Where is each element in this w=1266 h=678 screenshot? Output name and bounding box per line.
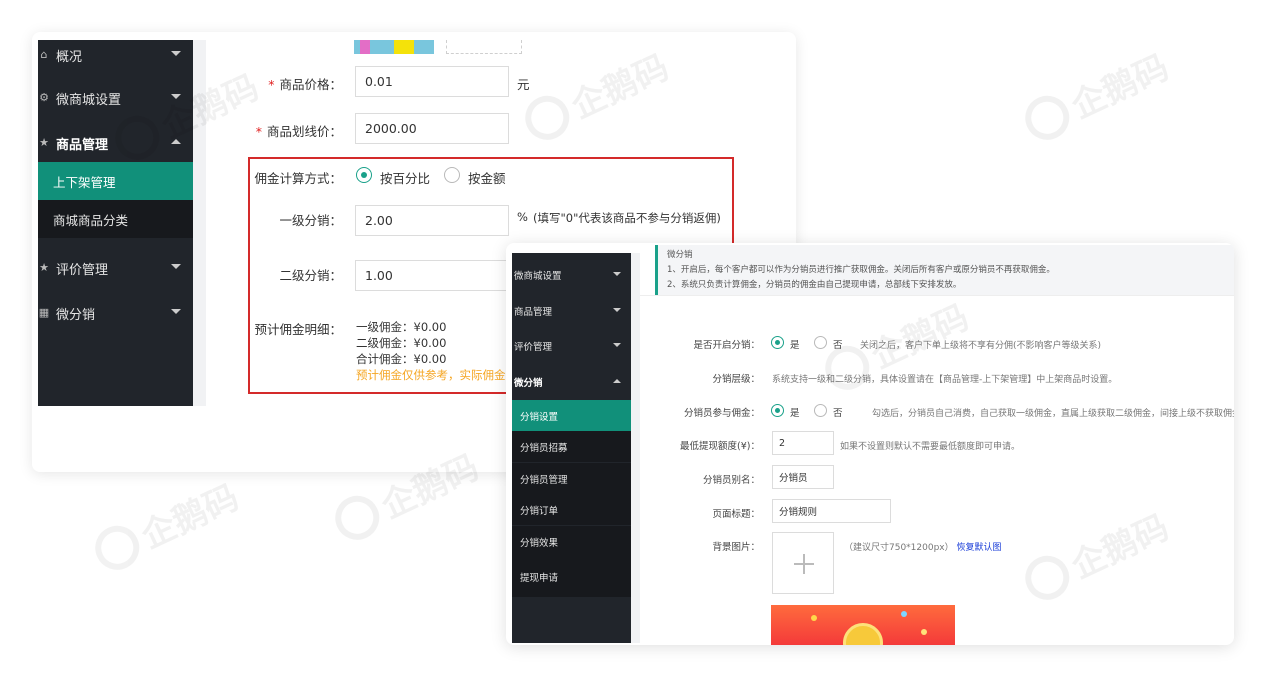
notice-line-1: 1、开启后，每个客户都可以作为分销员进行推广获取佣金。关闭后所有客户或原分销员不…: [667, 265, 1055, 275]
price-input[interactable]: 0.01: [355, 66, 509, 97]
home-icon: ⌂: [40, 48, 48, 61]
enable-hint: 关闭之后，客户下单上级将不享有分佣(不影响客户等级关系): [860, 341, 1102, 351]
level1-suffix: %: [517, 210, 528, 224]
sidebar-item-distribution-orders[interactable]: 分销订单: [512, 494, 631, 525]
sidebar-item-reviews[interactable]: 评价管理: [512, 330, 631, 362]
star-icon: ★: [39, 261, 49, 274]
chevron-down-icon: [613, 308, 621, 312]
sidebar-item-distribution-settings[interactable]: 分销设置: [512, 400, 631, 431]
chevron-down-icon: [613, 272, 621, 276]
level1-hint: (填写"0"代表该商品不参与分销返佣): [533, 211, 721, 225]
radio-self-commission-yes[interactable]: [771, 404, 784, 417]
radio-self-commission-yes-label: 是: [790, 408, 800, 419]
chevron-down-icon: [171, 309, 181, 314]
star-icon: ★: [39, 136, 49, 149]
sidebar: ⌂ 概况 ⚙ 微商城设置 ★ 商品管理 上下架管理 商城商品分类 ★ 评价管理 …: [38, 40, 193, 406]
chevron-up-icon: [613, 379, 621, 383]
sidebar-item-products[interactable]: ★ 商品管理: [38, 124, 193, 162]
chevron-down-icon: [171, 94, 181, 99]
sidebar-item-recruit[interactable]: 分销员招募: [512, 431, 631, 462]
level2-input[interactable]: 1.00: [355, 260, 509, 291]
radio-enable-yes-label: 是: [790, 340, 800, 351]
sidebar-item-listing-management[interactable]: 上下架管理: [38, 162, 193, 200]
level1-label: 一级分销：: [279, 213, 342, 228]
sidebar: 微商城设置 商品管理 评价管理 微分销 分销设置 分销员招募 分销员管理 分销订…: [512, 253, 631, 643]
levels-label: 分销层级：: [712, 374, 760, 385]
commission-method-label: 佣金计算方式：: [254, 171, 342, 186]
sidebar-item-distribution-results[interactable]: 分销效果: [512, 526, 631, 557]
radio-self-commission-no[interactable]: [814, 404, 827, 417]
levels-text: 系统支持一级和二级分销，具体设置请在【商品管理-上下架管理】中上架商品时设置。: [772, 375, 1118, 385]
watermark: 企鹅码: [87, 470, 245, 579]
sidebar-item-mall-settings[interactable]: ⚙ 微商城设置: [38, 79, 193, 117]
chevron-down-icon: [171, 51, 181, 56]
sidebar-item-product-categories[interactable]: 商城商品分类: [38, 200, 193, 238]
radio-enable-yes[interactable]: [771, 336, 784, 349]
distribution-settings-window: 微商城设置 商品管理 评价管理 微分销 分销设置 分销员招募 分销员管理 分销订…: [506, 243, 1234, 645]
chevron-up-icon: [171, 139, 181, 144]
grid-icon: ▦: [38, 306, 50, 319]
radio-amount-label: 按金额: [468, 171, 506, 186]
notice-title: 微分销: [667, 250, 693, 260]
alias-label: 分销员别名：: [702, 475, 760, 486]
estimate-line-1: 一级佣金：¥0.00: [356, 320, 447, 334]
sidebar-item-reviews[interactable]: ★ 评价管理: [38, 249, 193, 287]
alias-input[interactable]: 分销员: [772, 465, 834, 489]
price-label: * 商品价格：: [268, 77, 342, 92]
watermark-logo-icon: [327, 488, 387, 547]
sidebar-item-mall-settings[interactable]: 微商城设置: [512, 259, 631, 291]
page-title-label: 页面标题：: [712, 509, 760, 520]
radio-percentage[interactable]: [356, 167, 372, 183]
radio-enable-no-label: 否: [833, 340, 843, 351]
level2-label: 二级分销：: [279, 268, 342, 283]
min-withdraw-hint: 如果不设置则默认不需要最低额度即可申请。: [840, 442, 1021, 452]
product-image-thumbnail[interactable]: [354, 40, 434, 54]
estimate-line-2: 二级佣金：¥0.00: [356, 336, 447, 350]
price-unit: 元: [517, 77, 530, 92]
radio-enable-no[interactable]: [814, 336, 827, 349]
image-upload-slot[interactable]: [446, 40, 522, 54]
watermark-logo-icon: [87, 518, 147, 577]
radio-amount[interactable]: [444, 167, 460, 183]
self-commission-hint: 勾选后，分销员自己消费，自己获取一级佣金，直属上级获取二级佣金，间接上级不获取佣…: [872, 409, 1234, 419]
radio-percentage-label: 按百分比: [380, 171, 431, 186]
list-price-input[interactable]: 2000.00: [355, 113, 509, 144]
chevron-down-icon: [171, 264, 181, 269]
watermark-logo-icon: [1017, 88, 1077, 147]
background-preview-image: [771, 605, 955, 645]
divider: [640, 295, 1234, 296]
sidebar-item-withdrawals[interactable]: 提现申请: [512, 557, 631, 597]
enable-label: 是否开启分销：: [693, 340, 760, 351]
background-label: 背景图片：: [712, 542, 760, 553]
min-withdraw-input[interactable]: 2: [772, 431, 834, 455]
self-commission-label: 分销员参与佣金：: [683, 408, 760, 419]
restore-default-link[interactable]: 恢复默认图: [957, 543, 1002, 553]
level1-input[interactable]: 2.00: [355, 205, 509, 236]
gear-icon: ⚙: [39, 91, 49, 104]
chevron-down-icon: [613, 343, 621, 347]
sidebar-item-distribution[interactable]: ▦ 微分销: [38, 294, 193, 332]
estimate-label: 预计佣金明细：: [254, 322, 342, 337]
sidebar-item-overview[interactable]: ⌂ 概况: [38, 36, 193, 74]
radio-self-commission-no-label: 否: [833, 408, 843, 419]
sidebar-item-products[interactable]: 商品管理: [512, 295, 631, 327]
list-price-label: * 商品划线价：: [255, 124, 342, 139]
notice-box: 微分销 1、开启后，每个客户都可以作为分销员进行推广获取佣金。关闭后所有客户或原…: [655, 245, 1234, 295]
sidebar-gutter: [193, 40, 206, 406]
sidebar-item-distribution[interactable]: 微分销: [512, 366, 631, 398]
showcase-stage: ⌂ 概况 ⚙ 微商城设置 ★ 商品管理 上下架管理 商城商品分类 ★ 评价管理 …: [0, 0, 1266, 678]
estimate-note: 预计佣金仅供参考，实际佣金: [356, 368, 506, 382]
background-upload-button[interactable]: [772, 532, 834, 594]
sidebar-item-distributor-management[interactable]: 分销员管理: [512, 463, 631, 494]
min-withdraw-label: 最低提现额度(¥)：: [680, 441, 760, 452]
page-title-input[interactable]: 分销规则: [772, 499, 891, 523]
background-hint: （建议尺寸750*1200px） 恢复默认图: [844, 543, 1002, 553]
watermark: 企鹅码: [1017, 40, 1175, 149]
estimate-line-3: 合计佣金：¥0.00: [356, 352, 447, 366]
notice-line-2: 2、系统只负责计算佣金，分销员的佣金由自己提现申请，总部线下安排发放。: [667, 280, 962, 290]
